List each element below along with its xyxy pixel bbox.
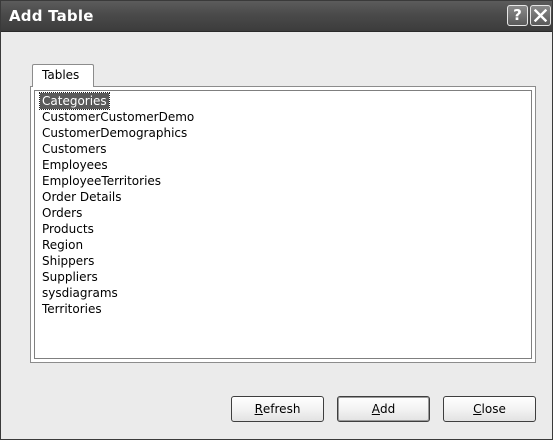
refresh-button[interactable]: Refresh	[231, 396, 324, 422]
close-window-button[interactable]	[530, 5, 551, 26]
list-item-order-details[interactable]: Order Details	[35, 189, 531, 205]
add-table-dialog: Add Table ? Tables Categories CustomerCu…	[0, 0, 553, 440]
list-item-orders[interactable]: Orders	[35, 205, 531, 221]
list-item-employeeterritories[interactable]: EmployeeTerritories	[35, 173, 531, 189]
refresh-access-key: R	[254, 402, 263, 416]
window-title: Add Table	[9, 7, 94, 25]
list-item-categories[interactable]: Categories	[35, 92, 531, 110]
list-item-shippers[interactable]: Shippers	[35, 253, 531, 269]
tables-tab-panel: Categories CustomerCustomerDemo Customer…	[30, 86, 536, 363]
close-label-rest: lose	[481, 402, 506, 416]
close-x-icon	[534, 9, 547, 22]
close-access-key: C	[473, 402, 482, 416]
list-item-territories[interactable]: Territories	[35, 301, 531, 317]
list-item-suppliers[interactable]: Suppliers	[35, 269, 531, 285]
list-item-products[interactable]: Products	[35, 221, 531, 237]
tables-listbox[interactable]: Categories CustomerCustomerDemo Customer…	[34, 90, 532, 359]
list-item-employees[interactable]: Employees	[35, 157, 531, 173]
list-item-region[interactable]: Region	[35, 237, 531, 253]
list-item-customers[interactable]: Customers	[35, 141, 531, 157]
title-bar[interactable]: Add Table ?	[1, 1, 552, 32]
help-button[interactable]: ?	[507, 5, 528, 26]
list-item-customerdemographics[interactable]: CustomerDemographics	[35, 125, 531, 141]
refresh-label-rest: efresh	[262, 402, 301, 416]
tab-tables-label: Tables	[42, 68, 80, 82]
help-icon: ?	[513, 6, 522, 24]
list-item-sysdiagrams[interactable]: sysdiagrams	[35, 285, 531, 301]
close-button[interactable]: Close	[443, 396, 536, 422]
tab-tables[interactable]: Tables	[32, 64, 94, 87]
add-access-key: A	[371, 402, 380, 416]
add-button[interactable]: Add	[337, 396, 430, 422]
add-label-rest: dd	[379, 402, 396, 416]
list-item-customercustomerdemo[interactable]: CustomerCustomerDemo	[35, 109, 531, 125]
